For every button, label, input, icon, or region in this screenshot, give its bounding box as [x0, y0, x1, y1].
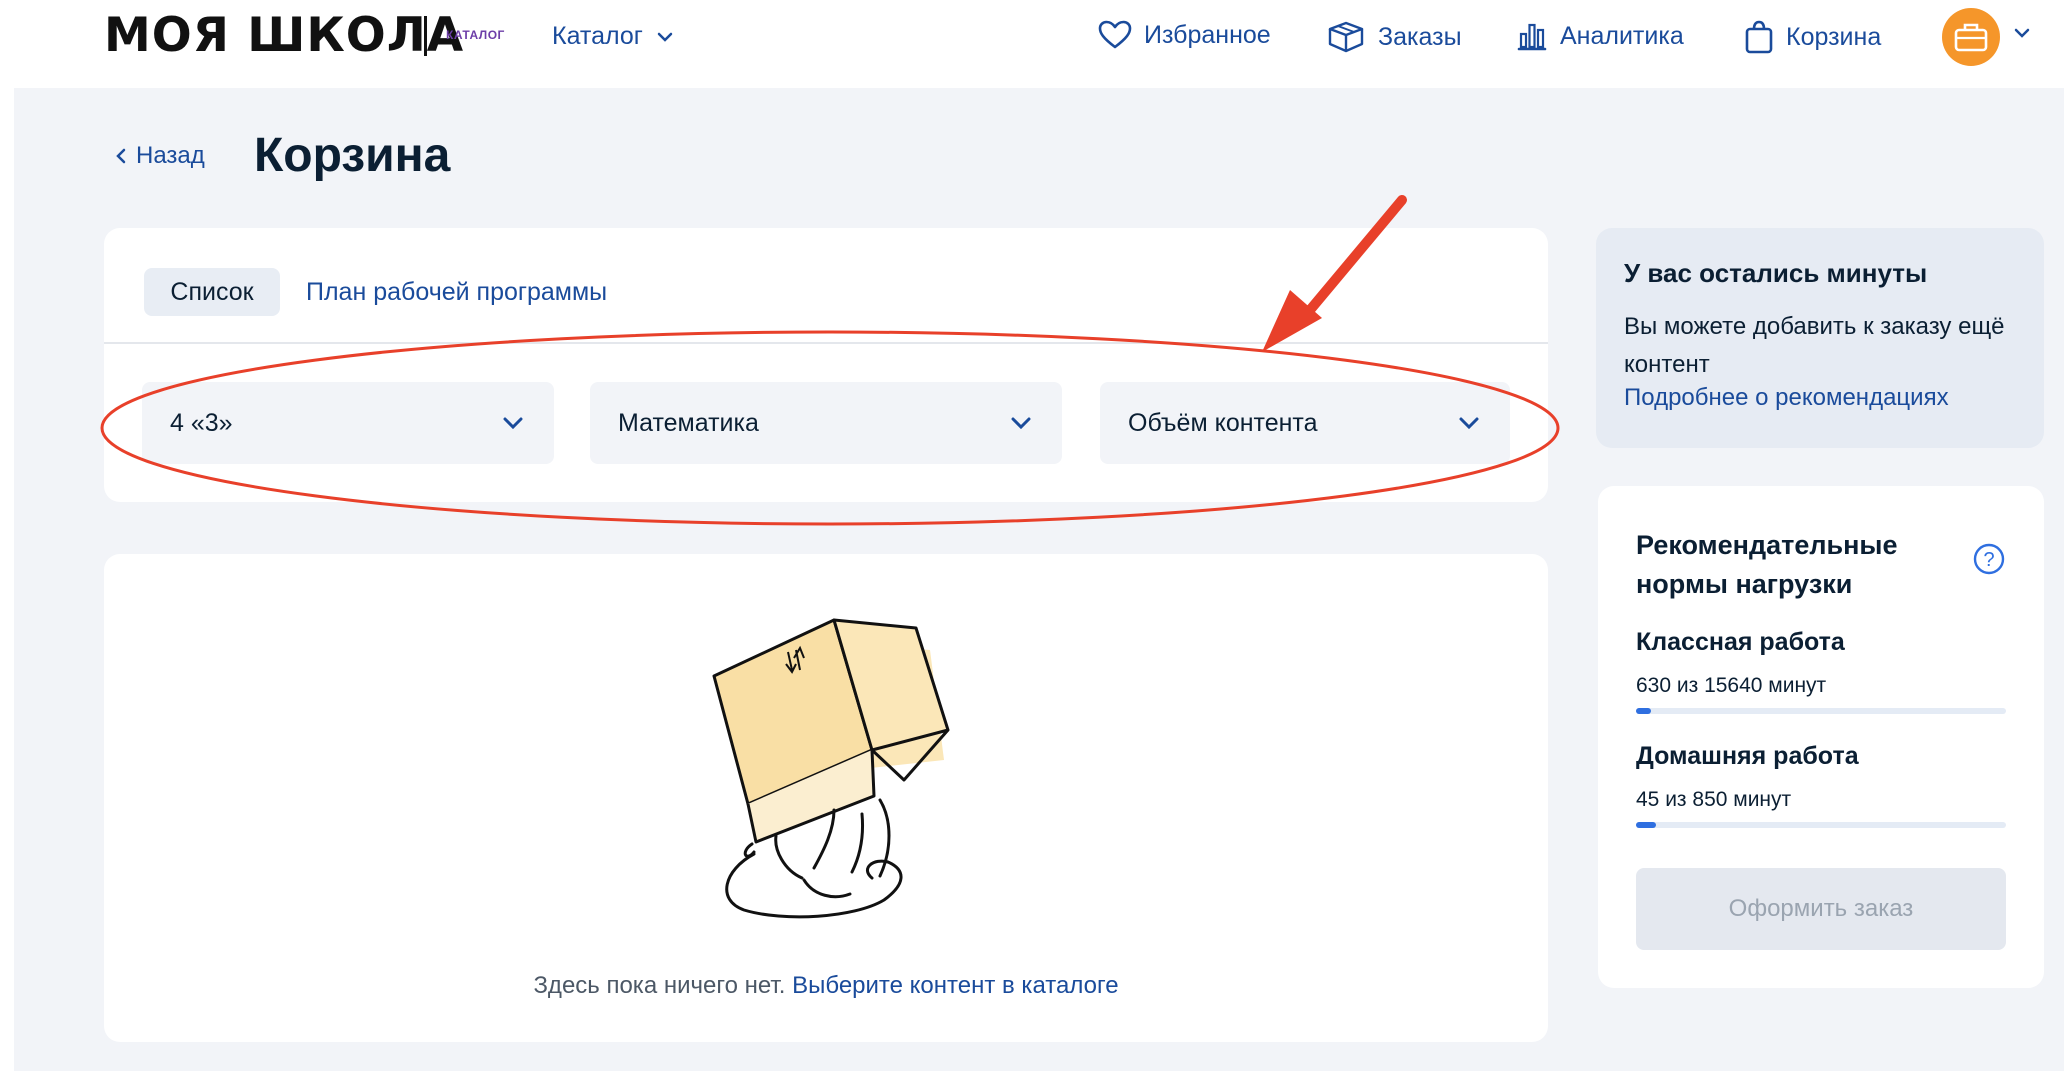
norm-value-classwork: 630 из 15640 минут	[1636, 674, 1827, 697]
chevron-down-icon	[657, 32, 673, 42]
minutes-card-title: У вас остались минуты	[1624, 258, 1928, 288]
content-volume-select-value: Объём контента	[1128, 408, 1318, 437]
logo-badge: КАТАЛОГ	[446, 28, 505, 42]
nav-cart-label: Корзина	[1786, 22, 1882, 51]
svg-text:?: ?	[1983, 549, 1994, 571]
help-icon[interactable]: ?	[1972, 542, 2006, 576]
bar-chart-icon	[1517, 23, 1547, 51]
chevron-left-icon	[116, 148, 126, 164]
nav-analytics[interactable]: Аналитика	[1516, 20, 1684, 52]
norm-label-classwork: Классная работа	[1636, 628, 1845, 656]
nav-analytics-label: Аналитика	[1560, 21, 1684, 50]
nav-orders[interactable]: Заказы	[1326, 20, 1462, 54]
minutes-card-text: Вы можете добавить к заказу ещё контент	[1624, 313, 2005, 378]
nav-favorites[interactable]: Избранное	[1098, 20, 1271, 50]
heart-icon	[1098, 20, 1132, 49]
box-icon	[1328, 21, 1364, 53]
progress-fill-classwork	[1636, 708, 1651, 714]
logo-divider	[424, 16, 427, 56]
chevron-down-icon	[503, 417, 523, 430]
chevron-down-icon	[1011, 417, 1031, 430]
class-select-value: 4 «3»	[170, 408, 233, 437]
empty-state-message: Здесь пока ничего нет.	[533, 972, 786, 999]
nav-favorites-label: Избранное	[1144, 20, 1271, 49]
back-label: Назад	[136, 142, 205, 169]
subject-select[interactable]: Математика	[590, 382, 1062, 464]
subject-select-value: Математика	[618, 408, 759, 437]
progress-fill-homework	[1636, 822, 1656, 828]
catalog-menu[interactable]: Каталог	[552, 22, 673, 51]
remaining-minutes-card: У вас остались минуты Вы можете добавить…	[1596, 228, 2044, 448]
go-to-catalog-link[interactable]: Выберите контент в каталоге	[792, 972, 1118, 999]
load-norms-card: Рекомендательные нормы нагрузки ? Классн…	[1598, 486, 2044, 988]
progress-bar-homework	[1636, 822, 2006, 828]
empty-cart-card: Здесь пока ничего нет. Выберите контент …	[104, 554, 1548, 1042]
class-select[interactable]: 4 «3»	[142, 382, 554, 464]
tabs-row: Список План рабочей программы	[104, 228, 1548, 344]
avatar[interactable]	[1942, 8, 2000, 66]
norm-value-homework: 45 из 850 минут	[1636, 788, 1792, 811]
page-title: Корзина	[254, 129, 451, 182]
nav-orders-label: Заказы	[1378, 22, 1462, 51]
cat-in-box-illustration	[712, 618, 950, 919]
tab-work-program[interactable]: План рабочей программы	[306, 278, 607, 307]
empty-state-text: Здесь пока ничего нет. Выберите контент …	[104, 972, 1548, 1000]
place-order-button[interactable]: Оформить заказ	[1636, 868, 2006, 950]
catalog-label: Каталог	[552, 22, 643, 50]
logo[interactable]: МОЯ ШКОЛА	[104, 8, 464, 63]
top-navigation-bar: МОЯ ШКОЛА КАТАЛОГ Каталог Избранное Зака…	[0, 0, 2064, 80]
back-link[interactable]: Назад	[116, 142, 205, 170]
content-volume-select[interactable]: Объём контента	[1100, 382, 1510, 464]
bag-icon	[1745, 20, 1773, 54]
chevron-down-icon	[1459, 417, 1479, 430]
norm-label-homework: Домашняя работа	[1636, 742, 1859, 770]
filters-card: Список План рабочей программы 4 «3» Мате…	[104, 228, 1548, 502]
recommendations-link[interactable]: Подробнее о рекомендациях	[1624, 384, 1949, 412]
progress-bar-classwork	[1636, 708, 2006, 714]
nav-cart[interactable]: Корзина	[1744, 20, 1881, 54]
briefcase-icon	[1954, 23, 1988, 52]
norms-title: Рекомендательные нормы нагрузки	[1636, 530, 1898, 599]
chevron-down-icon[interactable]	[2014, 28, 2030, 38]
tab-list[interactable]: Список	[144, 268, 280, 316]
